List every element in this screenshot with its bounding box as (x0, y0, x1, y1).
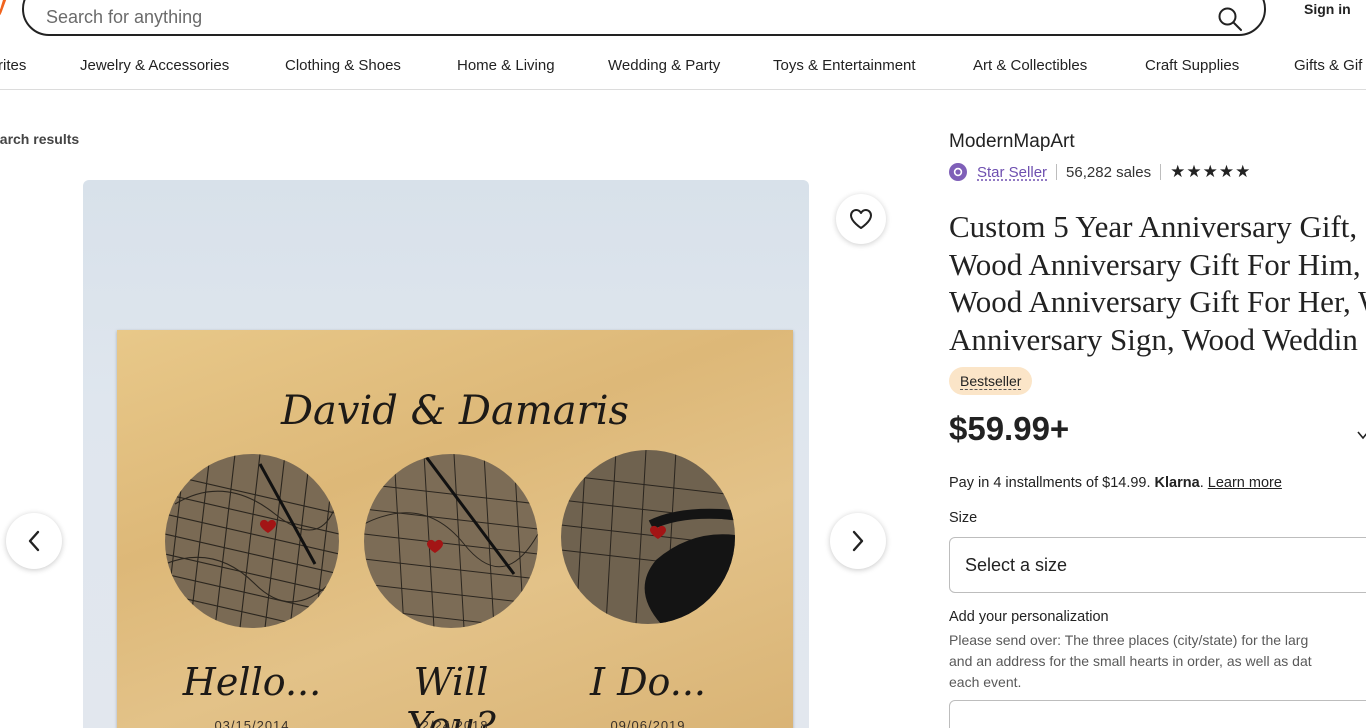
category-wedding-party[interactable]: Wedding & Party (608, 57, 720, 74)
search-bar (22, 0, 1266, 36)
sign-word-1: Hello... (182, 660, 322, 704)
product-title-line: Custom 5 Year Anniversary Gift, (949, 209, 1358, 244)
seller-info-row: Star Seller 56,282 sales ★★★★★ (949, 160, 1251, 184)
product-title-line: Wood Anniversary Gift For Him, (949, 246, 1361, 282)
next-image-button[interactable] (830, 513, 886, 569)
personalization-help-line: and an address for the small hearts in o… (949, 653, 1312, 669)
search-button[interactable] (1210, 4, 1250, 34)
bestseller-label: Bestseller (960, 373, 1022, 390)
category-toys-entertainment[interactable]: Toys & Entertainment (773, 57, 916, 74)
star-seller-badge-icon (949, 163, 967, 181)
star-rating[interactable]: ★★★★★ (1170, 162, 1251, 182)
personalization-textarea[interactable] (949, 700, 1366, 728)
chevron-left-icon (28, 530, 40, 552)
category-favorites[interactable]: rites (0, 57, 26, 74)
star-seller-link[interactable]: Star Seller (977, 164, 1047, 181)
product-title: Custom 5 Year Anniversary Gift, Wood Ann… (949, 208, 1366, 358)
category-clothing-shoes[interactable]: Clothing & Shoes (285, 57, 401, 74)
learn-more-link[interactable]: Learn more (1208, 475, 1282, 491)
category-jewelry-accessories[interactable]: Jewelry & Accessories (80, 57, 229, 74)
product-title-line: Wood Anniversary Gift For Her, W (949, 284, 1366, 319)
wood-sign-photo: David & Damaris Hello... Will You? I Do.… (117, 330, 793, 728)
back-to-search-results-link[interactable]: earch results (0, 131, 79, 147)
listing-page: y Sign in rites Jewelry & Accessories Cl… (0, 0, 1366, 728)
sign-names-text: David & Damaris (280, 388, 630, 434)
map-circle-2 (364, 454, 538, 628)
size-label: Size (949, 510, 978, 526)
previous-image-button[interactable] (6, 513, 62, 569)
category-art-collectibles[interactable]: Art & Collectibles (973, 57, 1087, 74)
product-title-line: Anniversary Sign, Wood Weddin (949, 321, 1358, 357)
bestseller-badge[interactable]: Bestseller (949, 367, 1033, 395)
personalization-help-line: each event. (949, 674, 1022, 690)
category-gifts[interactable]: Gifts & Gif (1294, 57, 1362, 74)
heart-outline-icon (850, 209, 872, 229)
shop-name-link[interactable]: ModernMapArt (949, 131, 1075, 153)
divider (1056, 164, 1058, 180)
category-home-living[interactable]: Home & Living (457, 57, 555, 74)
installments-info: Pay in 4 installments of $14.99. Klarna.… (949, 475, 1282, 491)
divider (1160, 164, 1162, 180)
size-select[interactable]: Select a size (949, 537, 1366, 593)
personalization-instructions: Please send over: The three places (city… (949, 630, 1366, 693)
chevron-right-icon (852, 530, 864, 552)
klarna-logo: Klarna (1154, 475, 1200, 491)
chevron-down-icon[interactable] (1356, 428, 1366, 442)
sign-word-3: I Do... (589, 660, 706, 704)
search-icon (1218, 7, 1242, 31)
sign-date-3: 09/06/2019 (610, 718, 686, 728)
search-input[interactable] (46, 0, 1046, 34)
category-craft-supplies[interactable]: Craft Supplies (1145, 57, 1239, 74)
map-circle-1 (165, 454, 339, 628)
etsy-logo[interactable]: y (0, 0, 10, 17)
favorite-button[interactable] (836, 194, 886, 244)
sales-count: 56,282 sales (1066, 163, 1152, 181)
sign-date-1: 03/15/2014 (214, 718, 290, 728)
product-price: $59.99+ (949, 410, 1070, 447)
sign-in-link[interactable]: Sign in (1304, 1, 1351, 17)
installments-text: Pay in 4 installments of $14.99. (949, 475, 1151, 491)
sign-date-2: 12/24/2018 (413, 718, 489, 728)
personalization-help-line: Please send over: The three places (city… (949, 632, 1309, 648)
personalization-label: Add your personalization (949, 609, 1109, 625)
category-nav: rites Jewelry & Accessories Clothing & S… (0, 50, 1366, 90)
map-circle-3 (561, 450, 735, 624)
listing-image[interactable]: David & Damaris Hello... Will You? I Do.… (83, 180, 809, 728)
